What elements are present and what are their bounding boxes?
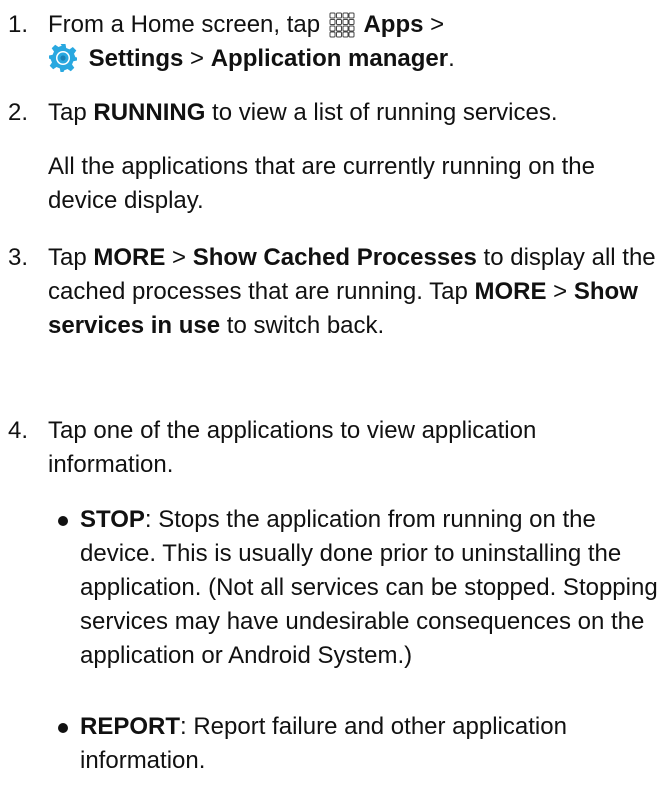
bullet-text: STOP: Stops the application from running… bbox=[80, 503, 665, 673]
step-number: 2. bbox=[8, 99, 29, 126]
show-cached-processes-label: Show Cached Processes bbox=[192, 244, 477, 271]
settings-gear-icon bbox=[48, 43, 78, 73]
separator: > bbox=[190, 45, 205, 72]
step-text: From a Home screen, tap Apps > Settings … bbox=[48, 8, 663, 76]
application-manager-label: Application manager bbox=[210, 45, 449, 72]
period: . bbox=[448, 45, 455, 72]
step-number: 3. bbox=[8, 244, 29, 271]
separator: > bbox=[430, 11, 445, 38]
more-label: MORE bbox=[93, 244, 166, 271]
step-1-intro: From a Home screen, tap bbox=[48, 11, 321, 38]
separator: > bbox=[553, 278, 568, 305]
step-3-intro: Tap bbox=[48, 244, 87, 271]
report-label: REPORT bbox=[80, 713, 181, 740]
step-number: 4. bbox=[8, 417, 29, 444]
stop-description: : Stops the application from running on … bbox=[80, 506, 658, 669]
bullet-text: REPORT: Report failure and other applica… bbox=[80, 710, 665, 778]
step-3-end: to switch back. bbox=[226, 312, 385, 339]
apps-grid-icon bbox=[329, 12, 355, 38]
document-page: 1. From a Home screen, tap Apps > Settin… bbox=[0, 0, 665, 800]
bullet-dot bbox=[58, 723, 68, 733]
step-text: Tap one of the applications to view appl… bbox=[48, 417, 537, 478]
separator: > bbox=[172, 244, 187, 271]
step-2-intro: Tap bbox=[48, 99, 87, 126]
step-text: Tap MORE > Show Cached Processes to disp… bbox=[48, 241, 663, 343]
step-text: Tap RUNNING to view a list of running se… bbox=[48, 96, 663, 130]
stop-label: STOP bbox=[80, 506, 145, 533]
step-2-note: All the applications that are currently … bbox=[48, 153, 595, 214]
more-label: MORE bbox=[474, 278, 547, 305]
bullet-dot bbox=[58, 516, 68, 526]
step-2-rest: to view a list of running services. bbox=[212, 99, 558, 126]
step-number: 1. bbox=[8, 11, 29, 38]
running-label: RUNNING bbox=[93, 99, 206, 126]
settings-label: Settings bbox=[88, 45, 184, 72]
apps-label: Apps bbox=[363, 11, 424, 38]
